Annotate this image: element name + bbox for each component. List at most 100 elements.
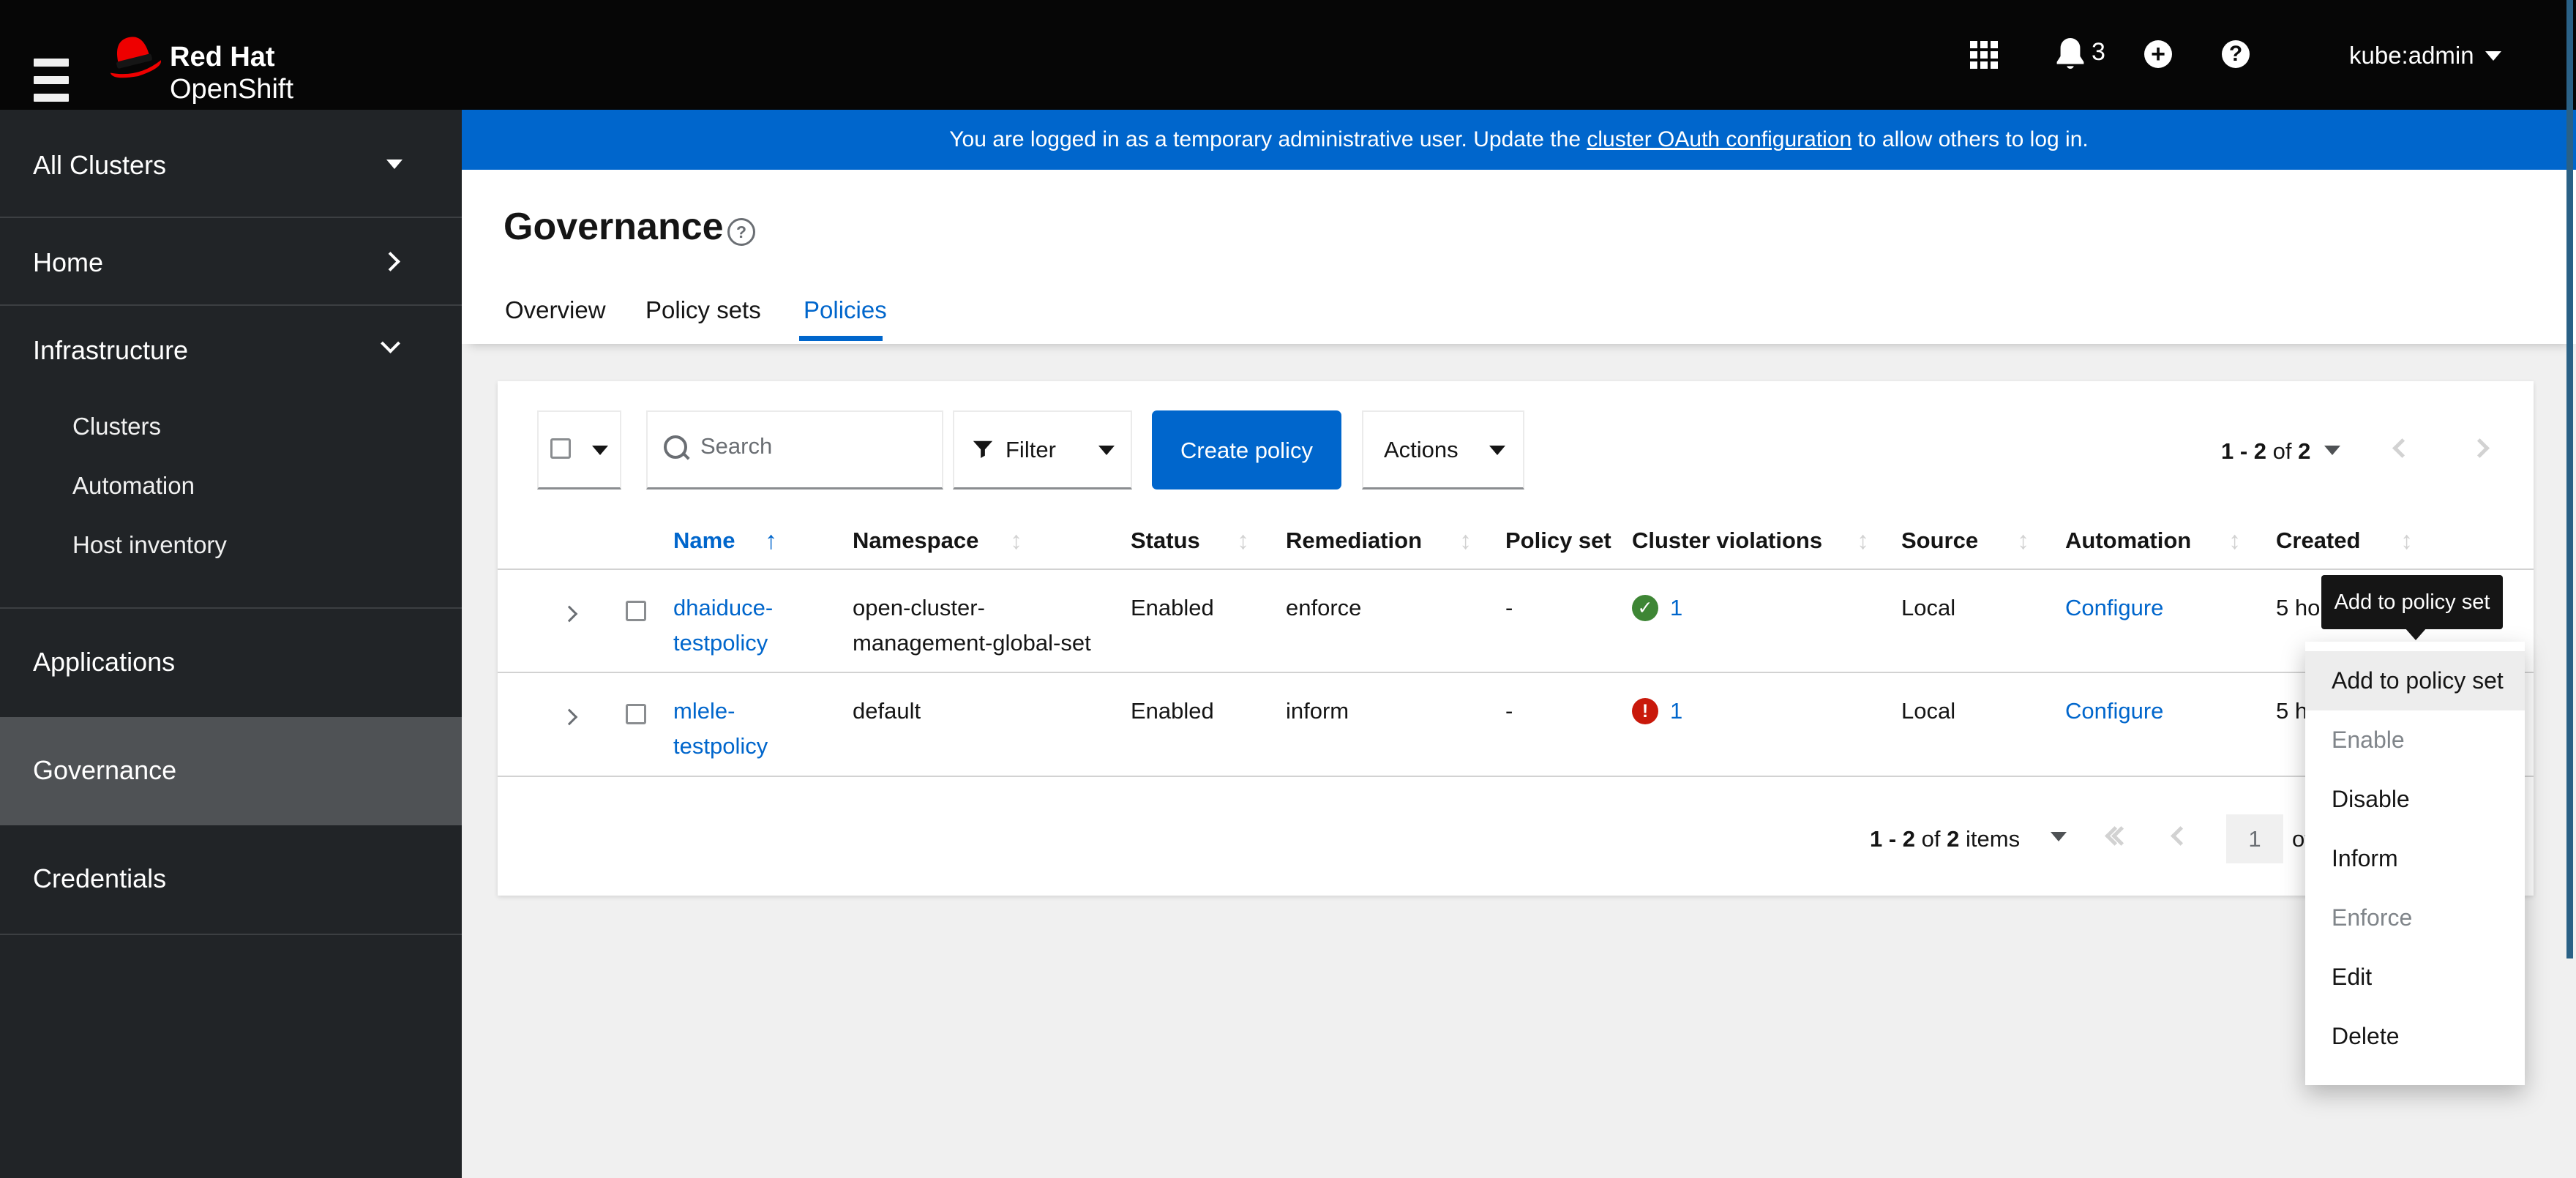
nav-toggle-icon[interactable] <box>34 59 69 104</box>
sidebar-item-credentials[interactable]: Credentials <box>0 825 462 935</box>
column-header-namespace[interactable]: Namespace <box>853 513 978 569</box>
footer-of: of <box>1921 826 1941 852</box>
row-actions-menu: Add to policy set Enable Disable Inform … <box>2305 642 2525 1085</box>
sidebar-item-clusters[interactable]: Clusters <box>0 398 462 457</box>
scrollbar[interactable] <box>2566 0 2573 958</box>
policy-name-line1: dhaiduce- <box>673 595 774 620</box>
namespace-cell: default <box>853 698 921 724</box>
next-page-icon[interactable] <box>2470 438 2490 458</box>
current-page-input[interactable]: 1 <box>2226 814 2283 863</box>
page-help-icon[interactable]: ? <box>727 218 755 246</box>
column-header-source[interactable]: Source <box>1901 513 1978 569</box>
sidebar-item-label: Host inventory <box>72 531 227 558</box>
sidebar-item-applications[interactable]: Applications <box>0 609 462 717</box>
brand-logo: Red Hat OpenShift <box>170 41 293 105</box>
redhat-fedora-icon <box>110 37 161 78</box>
sort-ascending-icon[interactable]: ↑ <box>765 513 777 569</box>
sidebar-item-governance[interactable]: Governance <box>0 717 462 825</box>
menu-item-delete[interactable]: Delete <box>2305 1007 2525 1066</box>
prev-page-icon[interactable] <box>2392 438 2412 458</box>
bulk-select-checkbox[interactable] <box>550 438 571 459</box>
chevron-right-icon <box>381 252 400 271</box>
sidebar-item-infrastructure[interactable]: Infrastructure <box>0 306 462 392</box>
sort-icon[interactable]: ↕ <box>2228 513 2241 569</box>
sidebar-item-automation[interactable]: Automation <box>0 457 462 517</box>
namespace-line2: management-global-set <box>853 630 1091 656</box>
user-caret-icon <box>2485 51 2501 61</box>
search-box <box>646 410 943 489</box>
filter-dropdown[interactable]: Filter <box>953 410 1132 489</box>
row-checkbox[interactable] <box>626 601 646 621</box>
row-expand-icon[interactable] <box>561 708 578 726</box>
first-page-icon[interactable] <box>2105 826 2131 847</box>
openshift-console: Red Hat OpenShift 3 + ? kube:admin All C… <box>0 0 2576 1178</box>
sidebar-item-host-inventory[interactable]: Host inventory <box>0 517 462 576</box>
column-header-cluster-violations[interactable]: Cluster violations <box>1632 513 1822 569</box>
app-launcher-icon[interactable] <box>1970 41 1998 69</box>
menu-item-add-to-policy-set[interactable]: Add to policy set <box>2305 651 2525 710</box>
notification-count: 3 <box>2092 38 2105 66</box>
row-checkbox[interactable] <box>626 704 646 724</box>
row-expand-icon[interactable] <box>561 605 578 623</box>
automation-configure-link[interactable]: Configure <box>2065 590 2163 626</box>
cluster-selector-label: All Clusters <box>33 150 167 180</box>
pagination-total: 2 <box>2298 438 2311 464</box>
policy-name-line1: mlele- <box>673 698 735 724</box>
prev-page-icon[interactable] <box>2171 826 2190 846</box>
masthead: Red Hat OpenShift 3 + ? kube:admin <box>0 0 2576 110</box>
menu-item-disable[interactable]: Disable <box>2305 770 2525 829</box>
tab-policy-sets[interactable]: Policy sets <box>645 296 761 324</box>
pagination-summary[interactable]: 1 - 2 of 2 <box>2221 438 2310 465</box>
search-icon <box>664 435 687 459</box>
page-title: Governance <box>503 206 724 248</box>
violation-count-link[interactable]: 1 <box>1670 694 1682 729</box>
footer-pagination-summary[interactable]: 1 - 2 of 2 items <box>1870 826 2020 852</box>
search-input[interactable] <box>699 432 929 460</box>
sort-icon[interactable]: ↕ <box>1010 513 1022 569</box>
sidebar-item-label: Automation <box>72 472 195 499</box>
column-header-policy-set[interactable]: Policy set <box>1505 513 1611 569</box>
policy-name-line2: testpolicy <box>673 630 768 656</box>
menu-item-edit[interactable]: Edit <box>2305 948 2525 1007</box>
sidebar-item-home[interactable]: Home <box>0 218 462 306</box>
footer-items-label: items <box>1966 826 2021 852</box>
sort-icon[interactable]: ↕ <box>2017 513 2029 569</box>
sort-icon[interactable]: ↕ <box>2400 513 2413 569</box>
sort-icon[interactable]: ↕ <box>1857 513 1869 569</box>
actions-dropdown[interactable]: Actions <box>1362 410 1524 489</box>
menu-item-enforce: Enforce <box>2332 904 2413 931</box>
sidebar-item-label: Infrastructure <box>33 335 189 365</box>
column-header-automation[interactable]: Automation <box>2065 513 2191 569</box>
column-header-status[interactable]: Status <box>1131 513 1200 569</box>
cluster-selector[interactable]: All Clusters <box>0 110 462 218</box>
notifications-button[interactable]: 3 <box>2053 37 2112 73</box>
user-menu[interactable]: kube:admin <box>2349 42 2474 70</box>
column-header-remediation[interactable]: Remediation <box>1286 513 1422 569</box>
cluster-selector-caret-icon <box>386 160 402 169</box>
add-icon[interactable]: + <box>2144 40 2172 68</box>
sort-icon[interactable]: ↕ <box>1459 513 1472 569</box>
sidebar-item-label: Home <box>33 247 104 277</box>
sort-icon[interactable]: ↕ <box>1237 513 1249 569</box>
sidebar-item-label: Applications <box>33 647 176 677</box>
tooltip-caret <box>2405 628 2427 640</box>
column-header-created[interactable]: Created <box>2276 513 2360 569</box>
footer-total: 2 <box>1947 826 1960 852</box>
pagination-caret-icon <box>2324 446 2340 455</box>
policy-name-link[interactable]: mlele- testpolicy <box>673 694 768 764</box>
chevron-down-icon <box>381 334 400 353</box>
help-icon[interactable]: ? <box>2222 40 2250 68</box>
column-header-name[interactable]: Name <box>673 513 735 569</box>
violation-count-link[interactable]: 1 <box>1670 590 1682 626</box>
remediation-cell: enforce <box>1286 595 1362 620</box>
oauth-config-link[interactable]: cluster OAuth configuration <box>1587 127 1852 151</box>
create-policy-button[interactable]: Create policy <box>1152 410 1341 489</box>
banner-text-after: to allow others to log in. <box>1852 127 2089 151</box>
policies-table-card: Filter Create policy Actions 1 - 2 of 2 … <box>498 381 2534 896</box>
automation-configure-link[interactable]: Configure <box>2065 694 2163 729</box>
tab-overview[interactable]: Overview <box>505 296 606 324</box>
bulk-select-dropdown[interactable] <box>537 410 621 489</box>
tab-policies[interactable]: Policies <box>804 296 887 324</box>
menu-item-inform[interactable]: Inform <box>2305 829 2525 888</box>
policy-name-link[interactable]: dhaiduce- testpolicy <box>673 590 773 661</box>
